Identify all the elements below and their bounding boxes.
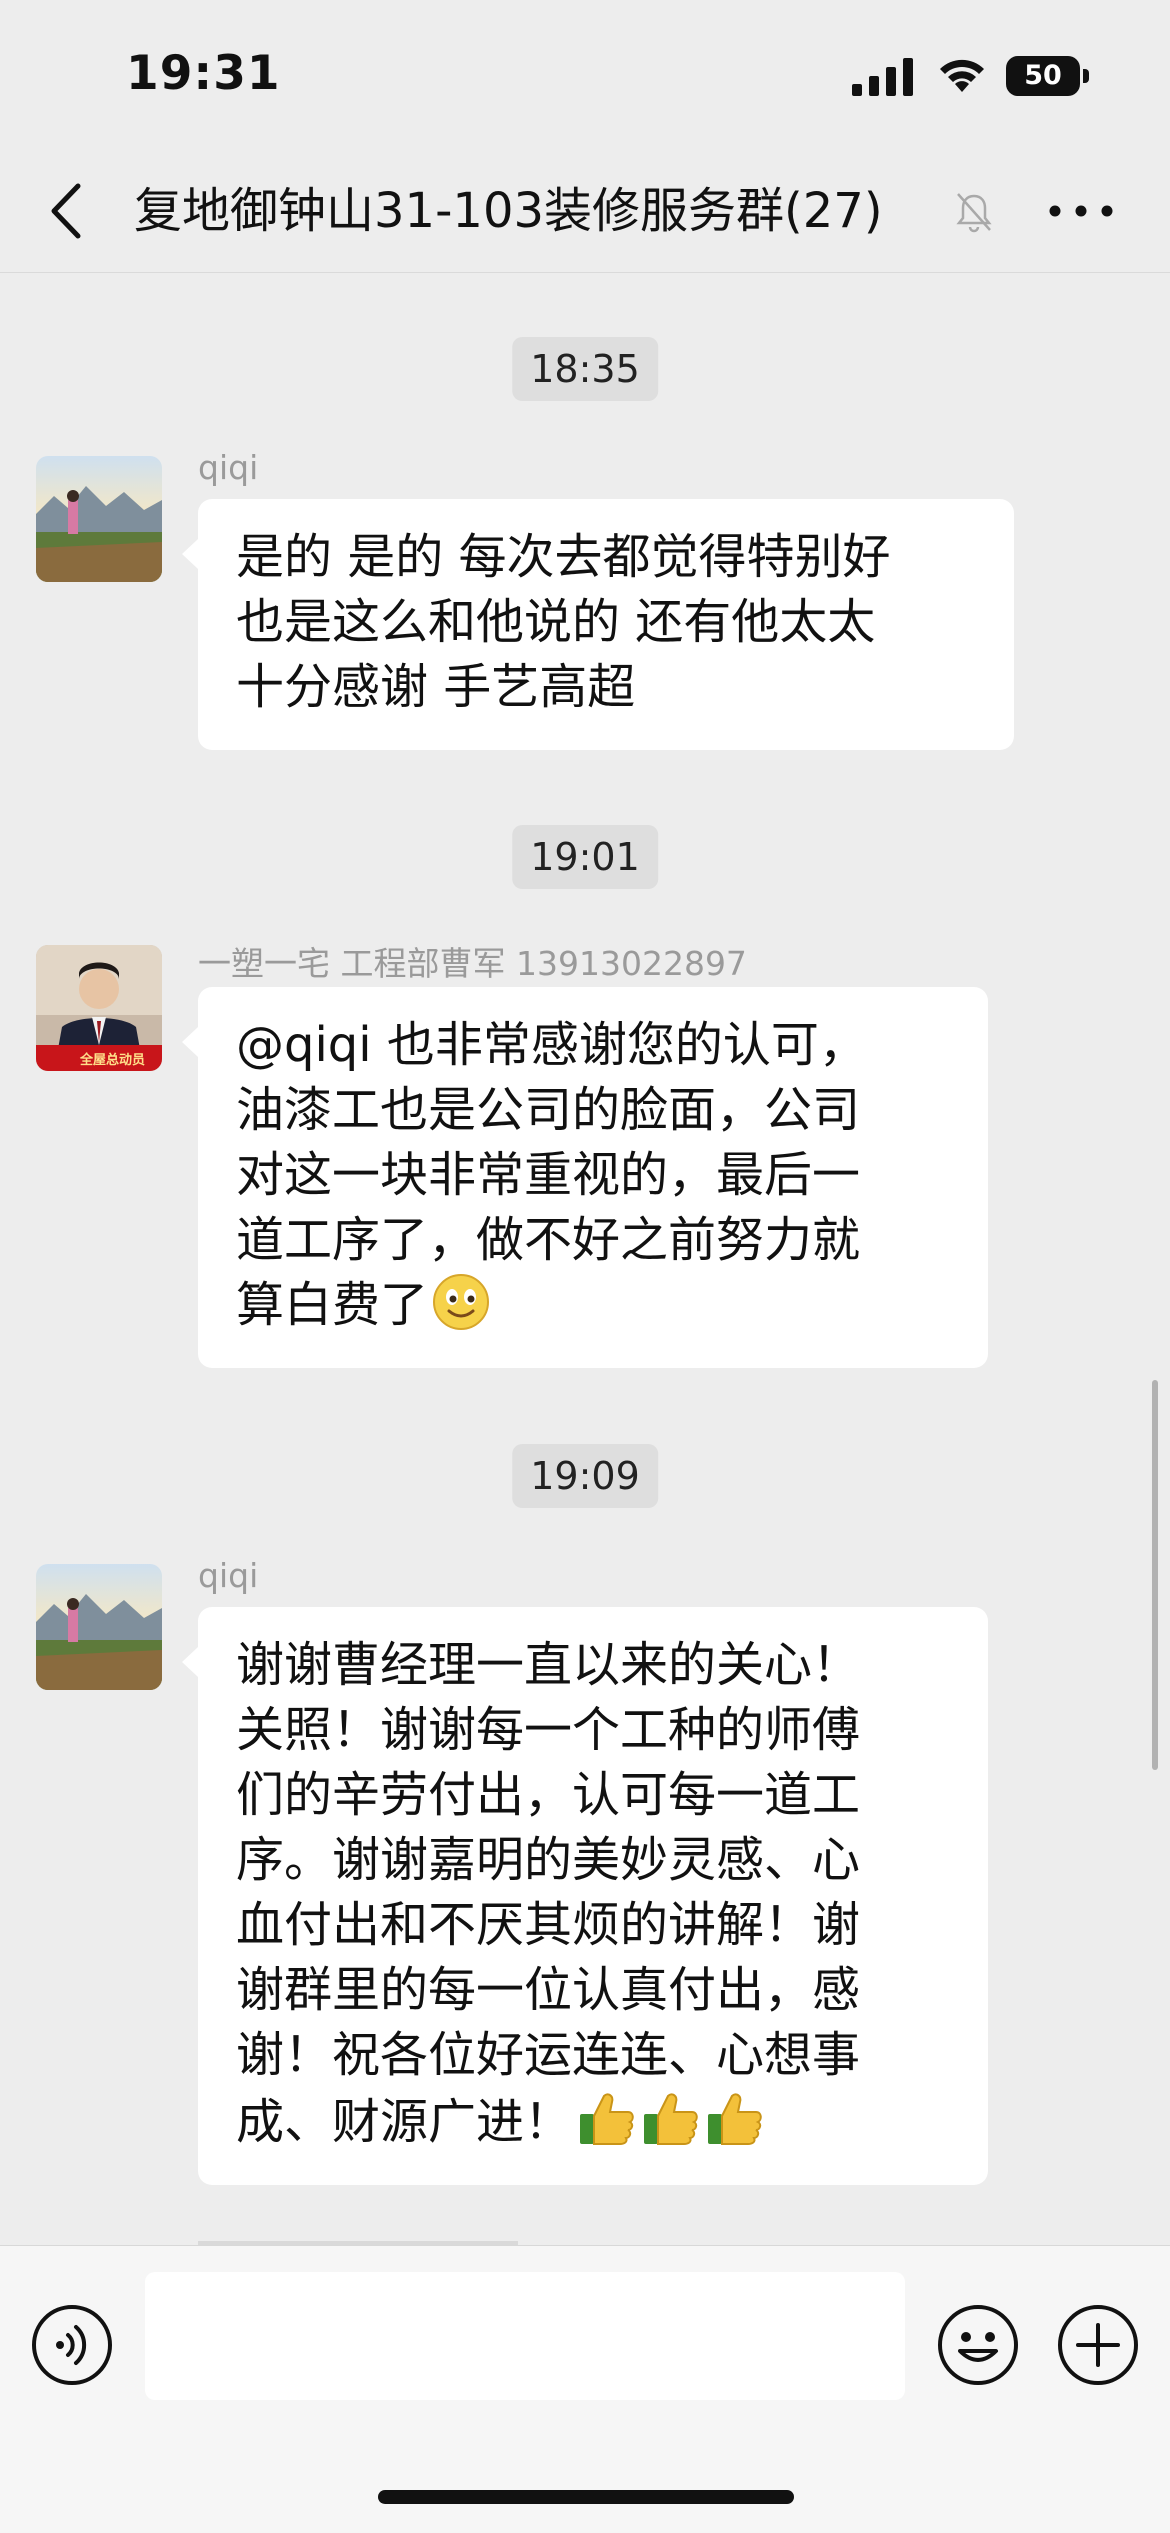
sender-name: 一塑一宅 工程部曹军 13913022897 [198, 944, 747, 983]
message-line-last: 成、财源广进！ [236, 2088, 950, 2155]
timestamp-chip: 19:09 [512, 1444, 658, 1508]
avatar[interactable]: 全屋总动员 [36, 945, 162, 1071]
ellipsis-icon[interactable] [1046, 194, 1116, 228]
message-line-last: 算白费了 [236, 1273, 950, 1338]
emoji-icon[interactable] [936, 2303, 1020, 2387]
message-line: 们的辛劳付出，认可每一道工 [236, 1767, 861, 1823]
message-bubble[interactable]: 是的 是的 每次去都觉得特别好 也是这么和他说的 还有他太太 十分感谢 手艺高超 [182, 499, 1014, 750]
message-text: 算白费了 [236, 1277, 429, 1333]
message-line: 油漆工也是公司的脸面，公司 [236, 1082, 861, 1138]
timestamp-chip: 19:01 [512, 825, 658, 889]
wifi-icon [940, 59, 984, 92]
message-line: 谢！祝各位好运连连、心想事 [236, 2027, 861, 2083]
smile-emoji-icon [433, 1274, 490, 1330]
battery-indicator: 50 [1006, 56, 1092, 96]
message-line: @qiqi 也非常感谢您的认可， [236, 1017, 867, 1073]
message-line: 谢群里的每一位认真付出，感 [236, 1962, 861, 2018]
sender-name: qiqi [198, 448, 259, 487]
battery-level: 50 [1006, 56, 1080, 96]
chat-title[interactable]: 复地御钟山31-103装修服务群(27) [134, 180, 944, 242]
thumbs-up-emoji-icon [708, 2093, 762, 2145]
message-line: 对这一块非常重视的，最后一 [236, 1147, 861, 1203]
message-line: 谢谢曹经理一直以来的关心！ [236, 1637, 861, 1693]
plus-icon[interactable] [1056, 2303, 1140, 2387]
bell-slash-icon [956, 193, 992, 233]
message-input[interactable] [145, 2272, 905, 2400]
message-line: 关照！谢谢每一个工种的师傅 [236, 1702, 861, 1758]
message-bubble[interactable]: 谢谢曹经理一直以来的关心！ 关照！谢谢每一个工种的师傅 们的辛劳付出，认可每一道… [182, 1607, 988, 2185]
message-bubble[interactable]: @qiqi 也非常感谢您的认可， 油漆工也是公司的脸面，公司 对这一块非常重视的… [182, 987, 988, 1368]
chevron-left-icon[interactable] [38, 176, 98, 246]
input-bar [0, 2245, 1170, 2533]
scrollbar[interactable] [1152, 1380, 1158, 1770]
timestamp-chip: 18:35 [512, 337, 658, 401]
thumbs-up-emoji-icon [644, 2093, 698, 2145]
thumbs-up-emoji-icon [580, 2093, 634, 2145]
group-name: 复地御钟山31-103装修服务群 [134, 183, 785, 239]
member-count: (27) [784, 183, 883, 239]
cellular-signal-icon [852, 58, 913, 96]
landscape-photo [36, 456, 162, 582]
sender-name: qiqi [198, 1556, 259, 1595]
message-line: 十分感谢 手艺高超 [236, 659, 636, 715]
avatar-badge-text: 全屋总动员 [80, 1053, 146, 1068]
message-text: 成、财源广进！ [236, 2094, 573, 2150]
message-list[interactable]: 18:35 qiqi 是的 是的 每次去都觉得特别好 也是这么和他说的 还有他太… [0, 273, 1170, 2245]
message-line: 序。谢谢嘉明的美妙灵感、心 [236, 1832, 861, 1888]
battery-nub [1083, 69, 1089, 83]
home-indicator [378, 2490, 794, 2504]
message-line: 是的 是的 每次去都觉得特别好 [236, 529, 891, 585]
avatar[interactable] [36, 456, 162, 582]
status-time: 19:31 [126, 46, 281, 101]
message-line: 也是这么和他说的 还有他太太 [236, 594, 876, 650]
voice-icon[interactable] [30, 2303, 114, 2387]
landscape-photo [36, 1564, 162, 1690]
message-line: 道工序了，做不好之前努力就 [236, 1212, 861, 1268]
chat-header: 复地御钟山31-103装修服务群(27) [0, 150, 1170, 273]
status-bar: 19:31 50 [0, 0, 1170, 150]
avatar[interactable] [36, 1564, 162, 1690]
message-line: 血付出和不厌其烦的讲解！谢 [236, 1897, 861, 1953]
